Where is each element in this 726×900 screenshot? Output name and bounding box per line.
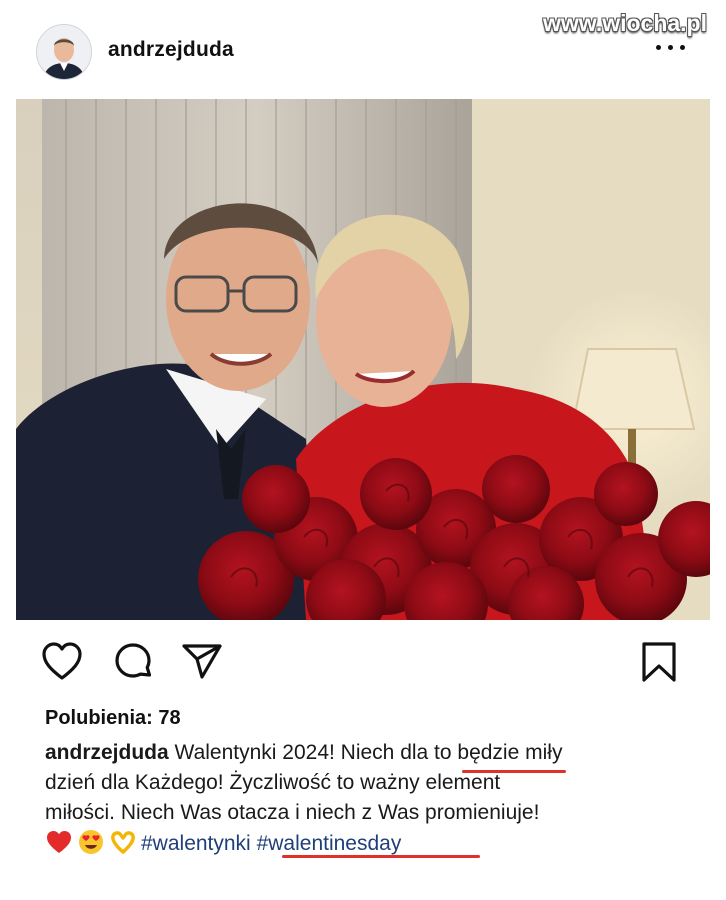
post-photo[interactable] bbox=[16, 99, 710, 620]
likes-count[interactable]: Polubienia: 78 bbox=[45, 707, 181, 730]
caption-username[interactable]: andrzejduda bbox=[45, 741, 169, 764]
caption-text-line2: dzień dla Każdego! Życzliwość to ważny e… bbox=[45, 771, 501, 794]
bookmark-icon[interactable] bbox=[637, 640, 681, 684]
avatar[interactable] bbox=[36, 24, 92, 80]
photo-illustration bbox=[16, 99, 710, 620]
post-header: andrzejduda www.wiocha.pl bbox=[0, 0, 726, 100]
hashtag-walentinesday[interactable]: #walentinesday bbox=[257, 832, 402, 855]
comment-icon[interactable] bbox=[111, 640, 155, 684]
heart-eyes-emoji bbox=[77, 828, 105, 856]
caption-text-line3: miłości. Niech Was otacza i niech z Was … bbox=[45, 801, 540, 824]
post-caption: andrzejduda Walentynki 2024! Niech dla t… bbox=[45, 738, 685, 859]
post-actions bbox=[0, 640, 726, 686]
caption-text-line1: Walentynki 2024! Niech dla to będzie mił… bbox=[168, 741, 563, 764]
hashtag-walentynki[interactable]: #walentynki bbox=[141, 832, 251, 855]
post-username[interactable]: andrzejduda bbox=[108, 38, 234, 62]
send-icon[interactable] bbox=[180, 640, 224, 684]
more-icon[interactable] bbox=[654, 40, 688, 54]
red-heart-emoji bbox=[45, 828, 73, 856]
watermark: www.wiocha.pl bbox=[543, 10, 707, 36]
heart-hands-emoji bbox=[109, 828, 137, 856]
avatar-image bbox=[37, 25, 91, 79]
annotation-underline-2 bbox=[282, 855, 480, 858]
annotation-underline-1 bbox=[462, 770, 566, 773]
heart-icon[interactable] bbox=[40, 640, 84, 684]
